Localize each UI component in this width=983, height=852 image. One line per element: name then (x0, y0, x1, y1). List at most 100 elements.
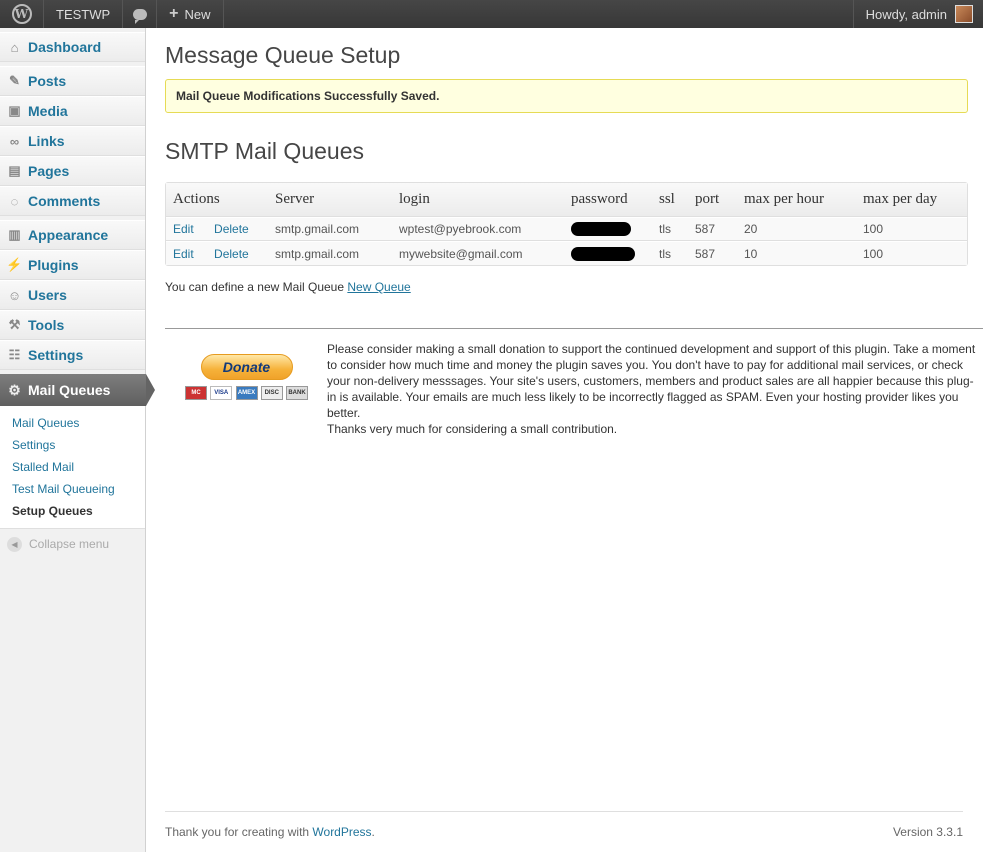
new-label: New (184, 6, 211, 22)
sidebar-item-appearance[interactable]: ▥ Appearance (0, 220, 145, 250)
sidebar-item-posts[interactable]: ✎ Posts (0, 66, 145, 96)
table-row: Edit Delete smtp.gmail.com mywebsite@gma… (166, 241, 967, 265)
password-cell (564, 241, 652, 265)
notice-text: Mail Queue Modifications Successfully Sa… (176, 89, 440, 103)
per-day-cell: 100 (856, 241, 967, 265)
mastercard-icon: MC (185, 386, 207, 400)
collapse-label: Collapse menu (29, 537, 110, 551)
sidebar-item-label: Tools (28, 317, 65, 333)
sidebar-item-label: Appearance (28, 227, 109, 243)
donate-block: Donate MC VISA AMEX DISC BANK (185, 354, 308, 400)
delete-link[interactable]: Delete (214, 222, 249, 236)
sidebar-item-dashboard[interactable]: ⌂ Dashboard (0, 32, 145, 62)
pages-icon: ▤ (8, 163, 21, 178)
sidebar-item-mail-queues[interactable]: ⚙ Mail Queues (0, 374, 155, 406)
gear-icon: ⚙ (8, 381, 21, 398)
collapse-menu-button[interactable]: ◀ Collapse menu (0, 529, 145, 559)
users-icon: ☺ (7, 287, 22, 303)
donation-message: Please consider making a small donation … (327, 341, 977, 437)
sidebar-item-tools[interactable]: ⚒ Tools (0, 310, 145, 340)
password-cell (564, 217, 652, 241)
donation-paragraph: Please consider making a small donation … (327, 342, 976, 420)
wordpress-logo-button[interactable]: W (0, 0, 44, 28)
ssl-cell: tls (652, 241, 688, 265)
discover-icon: DISC (260, 386, 283, 400)
row-actions: Edit Delete (166, 241, 268, 265)
submenu-mail-queues[interactable]: Mail Queues (0, 412, 145, 434)
sidebar-item-label: Settings (28, 347, 84, 363)
server-cell: smtp.gmail.com (268, 217, 392, 241)
success-notice: Mail Queue Modifications Successfully Sa… (165, 79, 968, 113)
comment-icon: ◌ (10, 193, 19, 209)
sidebar-item-links[interactable]: ∞ Links (0, 126, 145, 156)
plugin-icon: ⚡ (6, 257, 23, 272)
site-name-button[interactable]: TESTWP (44, 0, 124, 28)
edit-link[interactable]: Edit (173, 247, 194, 261)
server-cell: smtp.gmail.com (268, 241, 392, 265)
media-icon: ▣ (8, 103, 21, 118)
row-actions: Edit Delete (166, 217, 268, 241)
sidebar-item-label: Plugins (28, 257, 79, 273)
login-cell: wptest@pyebrook.com (392, 217, 564, 241)
sidebar-item-plugins[interactable]: ⚡ Plugins (0, 250, 145, 280)
sidebar-item-label: Media (28, 103, 68, 119)
sidebar-item-label: Pages (28, 163, 70, 179)
admin-sidebar: ⌂ Dashboard ✎ Posts ▣ Media ∞ Links ▤ Pages ◌… (0, 28, 155, 852)
new-content-button[interactable]: + New (157, 0, 224, 28)
submenu-stalled-mail[interactable]: Stalled Mail (0, 456, 145, 478)
footer-divider (165, 811, 963, 812)
wordpress-link[interactable]: WordPress (312, 825, 371, 839)
link-icon: ∞ (9, 133, 20, 149)
column-header: login (392, 183, 564, 217)
ssl-cell: tls (652, 217, 688, 241)
site-name: TESTWP (56, 6, 111, 22)
sidebar-item-pages[interactable]: ▤ Pages (0, 156, 145, 186)
submenu-test-mail-queueing[interactable]: Test Mail Queueing (0, 478, 145, 500)
sidebar-item-label: Posts (28, 73, 67, 89)
collapse-arrow-icon: ◀ (7, 536, 22, 552)
admin-bar: W TESTWP + New Howdy, admin (0, 0, 983, 28)
wordpress-icon: W (11, 4, 32, 24)
column-header: ssl (652, 183, 688, 217)
avatar (955, 5, 973, 23)
port-cell: 587 (688, 241, 737, 265)
sidebar-item-label: Users (28, 287, 67, 303)
submenu-setup-queues[interactable]: Setup Queues (0, 500, 145, 522)
comments-button[interactable] (123, 0, 158, 28)
column-header: port (688, 183, 737, 217)
sidebar-item-label: Comments (28, 193, 101, 209)
account-menu[interactable]: Howdy, admin (852, 0, 983, 28)
plus-icon: + (169, 5, 179, 22)
payment-cards: MC VISA AMEX DISC BANK (185, 386, 308, 400)
appearance-icon: ▥ (8, 227, 21, 242)
version-text: Version 3.3.1 (892, 825, 963, 839)
define-queue-text: You can define a new Mail Queue New Queu… (165, 280, 411, 294)
section-title: SMTP Mail Queues (165, 138, 364, 164)
column-header: max per hour (737, 183, 856, 217)
sidebar-item-media[interactable]: ▣ Media (0, 96, 145, 126)
edit-link[interactable]: Edit (173, 222, 194, 236)
donate-button[interactable]: Donate (200, 354, 293, 380)
sidebar-item-settings[interactable]: ☷ Settings (0, 340, 145, 370)
sidebar-item-users[interactable]: ☺ Users (0, 280, 145, 310)
delete-link[interactable]: Delete (214, 247, 249, 261)
define-label: You can define a new Mail Queue (165, 280, 345, 294)
sidebar-item-label: Mail Queues (28, 382, 111, 398)
table-row: Edit Delete smtp.gmail.com wptest@pyebro… (166, 217, 967, 241)
sidebar-item-label: Links (28, 133, 65, 149)
donation-thanks: Thanks very much for considering a small… (327, 422, 618, 436)
tools-icon: ⚒ (8, 317, 21, 332)
footer-thanks: Thank you for creating with (165, 825, 313, 839)
pin-icon: ✎ (9, 73, 20, 88)
column-header: password (564, 183, 652, 217)
submenu-settings[interactable]: Settings (0, 434, 145, 456)
sidebar-item-comments[interactable]: ◌ Comments (0, 186, 145, 216)
page-title: Message Queue Setup (165, 42, 401, 68)
redacted-password (571, 246, 635, 261)
column-header: Server (268, 183, 392, 217)
per-hour-cell: 20 (737, 217, 856, 241)
footer-credit: Thank you for creating with WordPress. (165, 825, 375, 839)
settings-icon: ☷ (8, 347, 21, 362)
new-queue-link[interactable]: New Queue (347, 280, 410, 294)
port-cell: 587 (688, 217, 737, 241)
